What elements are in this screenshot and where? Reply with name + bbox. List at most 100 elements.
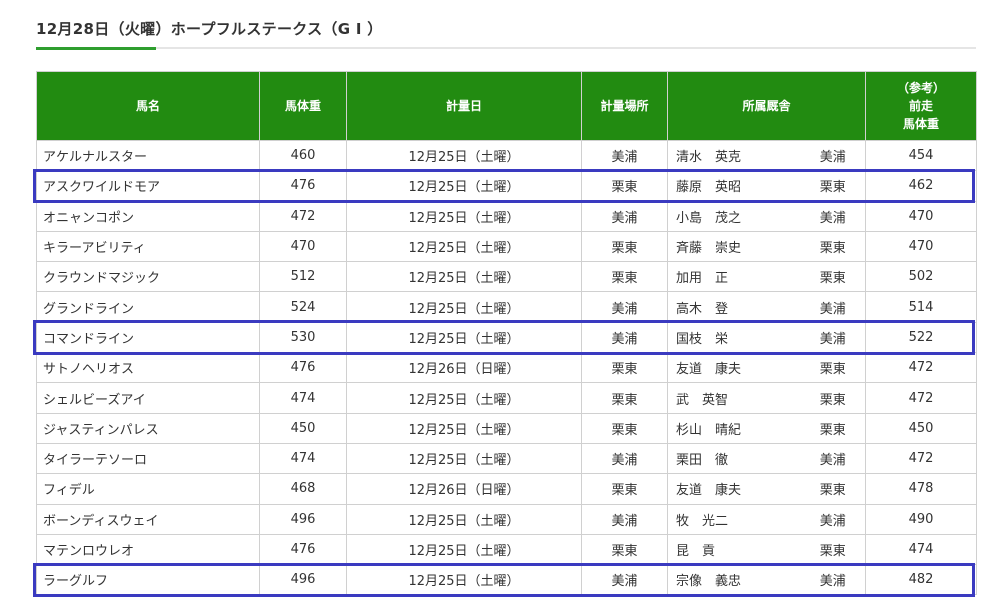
table-row: オニャンコポン 472 12月25日（土曜） 美浦 小島 茂之 美浦 470: [36, 200, 978, 232]
weigh-place-cell: 栗東: [581, 382, 668, 414]
trainer-cell: 国枝 栄: [667, 321, 801, 354]
previous-weight-cell: 454: [865, 139, 978, 172]
weigh-place-cell: 栗東: [581, 352, 668, 384]
trainer-cell: 牧 光二: [667, 503, 801, 535]
weight-cell: 450: [259, 412, 347, 444]
weight-cell: 468: [259, 473, 347, 505]
trainer-location-cell: 美浦: [800, 564, 867, 596]
weigh-place-cell: 美浦: [581, 442, 668, 475]
table-row: キラーアビリティ 470 12月25日（土曜） 栗東 斉藤 崇史 栗東 470: [36, 230, 978, 263]
previous-weight-cell: 478: [865, 473, 978, 505]
trainer-location-cell: 美浦: [800, 291, 867, 323]
trainer-location-cell: 栗東: [800, 261, 867, 293]
weight-cell: 476: [259, 533, 347, 566]
horse-weight-table: 馬名 馬体重 計量日 計量場所 所属厩舎 （参考） 前走 馬体重 アケルナルスタ…: [36, 71, 978, 596]
previous-weight-cell: 522: [865, 321, 978, 354]
trainer-location-cell: 栗東: [800, 382, 867, 414]
weigh-date-cell: 12月26日（日曜）: [346, 473, 582, 505]
weigh-date-cell: 12月25日（土曜）: [346, 533, 582, 566]
header-previous-weight-line2: 前走: [909, 99, 934, 113]
table-row: コマンドライン 530 12月25日（土曜） 美浦 国枝 栄美浦 522: [36, 321, 978, 354]
weigh-date-cell: 12月25日（土曜）: [346, 139, 582, 172]
weigh-place-cell: 栗東: [581, 533, 668, 566]
weigh-date-cell: 12月25日（土曜）: [346, 564, 582, 596]
weight-cell: 476: [259, 170, 347, 202]
trainer-cell: 小島 茂之: [667, 200, 801, 232]
header-weigh-date: 計量日: [346, 71, 582, 141]
table-row: クラウンドマジック 512 12月25日（土曜） 栗東 加用 正栗東 502: [36, 261, 978, 293]
horse-name-cell: フィデル: [36, 473, 260, 505]
page: 12月28日（火曜）ホープフルステークス（G I ） 馬名 馬体重 計量日 計量…: [0, 0, 1002, 616]
previous-weight-cell: 472: [865, 352, 978, 384]
weigh-date-cell: 12月25日（土曜）: [346, 442, 582, 475]
table-header-row: 馬名 馬体重 計量日 計量場所 所属厩舎 （参考） 前走 馬体重: [36, 71, 978, 141]
weight-cell: 512: [259, 261, 347, 293]
weight-cell: 530: [259, 321, 347, 354]
table-row: ジャスティンパレス 450 12月25日（土曜） 栗東 杉山 晴紀 栗東 450: [36, 412, 978, 444]
horse-name-cell: キラーアビリティ: [36, 230, 260, 263]
previous-weight-cell: 462: [865, 170, 978, 202]
previous-weight-cell: 470: [865, 200, 978, 232]
weight-cell: 474: [259, 382, 347, 414]
weigh-date-cell: 12月25日（土曜）: [346, 382, 582, 414]
weigh-date-cell: 12月25日（土曜）: [346, 291, 582, 323]
weight-cell: 496: [259, 503, 347, 535]
weigh-place-cell: 栗東: [581, 230, 668, 263]
horse-name-cell: コマンドライン: [36, 321, 260, 354]
race-heading: 12月28日（火曜）ホープフルステークス（G I ）: [36, 20, 383, 38]
weigh-date-cell: 12月26日（日曜）: [346, 352, 582, 384]
header-stable: 所属厩舎: [666, 71, 867, 141]
table-row: タイラーテソーロ 474 12月25日（土曜） 美浦 栗田 徹美浦 472: [36, 442, 978, 475]
table-row: マテンロウレオ 476 12月25日（土曜） 栗東昆 貢栗東 474: [36, 533, 978, 566]
weight-cell: 470: [259, 230, 347, 263]
previous-weight-cell: 472: [865, 442, 978, 475]
weigh-date-cell: 12月25日（土曜）: [346, 321, 582, 354]
weigh-place-cell: 栗東: [581, 261, 668, 293]
trainer-location-cell: 美浦: [800, 503, 867, 535]
trainer-cell: 加用 正: [667, 261, 801, 293]
previous-weight-cell: 490: [865, 503, 978, 535]
horse-name-cell: クラウンドマジック: [36, 261, 260, 293]
trainer-cell: 藤原 英昭: [667, 170, 801, 202]
header-previous-weight: （参考） 前走 馬体重: [865, 71, 978, 141]
trainer-location-cell: 栗東: [800, 412, 867, 444]
weight-cell: 460: [259, 139, 347, 172]
weight-cell: 524: [259, 291, 347, 323]
table-row: シェルビーズアイ 474 12月25日（土曜） 栗東武 英智 栗東 472: [36, 382, 978, 414]
trainer-cell: 宗像 義忠: [667, 564, 801, 596]
weight-cell: 474: [259, 442, 347, 475]
table-row: ラーグルフ 496 12月25日（土曜） 美浦 宗像 義忠 美浦 482: [36, 564, 978, 596]
weight-cell: 496: [259, 564, 347, 596]
trainer-cell: 友道 康夫: [667, 473, 801, 505]
previous-weight-cell: 450: [865, 412, 978, 444]
weigh-date-cell: 12月25日（土曜）: [346, 412, 582, 444]
horse-name-cell: シェルビーズアイ: [36, 382, 260, 414]
weigh-place-cell: 美浦: [581, 291, 668, 323]
trainer-location-cell: 栗東: [800, 533, 867, 566]
weigh-date-cell: 12月25日（土曜）: [346, 503, 582, 535]
weigh-place-cell: 美浦: [581, 200, 668, 232]
previous-weight-cell: 514: [865, 291, 978, 323]
horse-name-cell: オニャンコポン: [36, 200, 260, 232]
header-previous-weight-line1: （参考）: [897, 81, 946, 95]
previous-weight-cell: 482: [865, 564, 978, 596]
trainer-cell: 清水 英克: [667, 139, 801, 172]
trainer-location-cell: 美浦: [800, 442, 867, 475]
weigh-place-cell: 栗東: [581, 170, 668, 202]
table-row: サトノヘリオス 476 12月26日（日曜） 栗東 友道 康夫 栗東 472: [36, 352, 978, 384]
trainer-cell: 高木 登: [667, 291, 801, 323]
trainer-location-cell: 美浦: [800, 321, 867, 354]
horse-name-cell: ラーグルフ: [36, 564, 260, 596]
weigh-place-cell: 美浦: [581, 139, 668, 172]
horse-name-cell: ボーンディスウェイ: [36, 503, 260, 535]
weigh-place-cell: 栗東: [581, 473, 668, 505]
weigh-date-cell: 12月25日（土曜）: [346, 230, 582, 263]
table-row: グランドライン 524 12月25日（土曜） 美浦 高木 登美浦 514: [36, 291, 978, 323]
weigh-date-cell: 12月25日（土曜）: [346, 200, 582, 232]
table-body: アケルナルスター 460 12月25日（土曜） 美浦 清水 英克 美浦 454 アスクワイルド…: [36, 139, 978, 596]
header-previous-weight-line3: 馬体重: [903, 117, 940, 131]
trainer-location-cell: 美浦: [800, 139, 867, 172]
trainer-location-cell: 栗東: [800, 230, 867, 263]
table-row: ボーンディスウェイ 496 12月25日（土曜） 美浦牧 光二 美浦 490: [36, 503, 978, 535]
previous-weight-cell: 502: [865, 261, 978, 293]
